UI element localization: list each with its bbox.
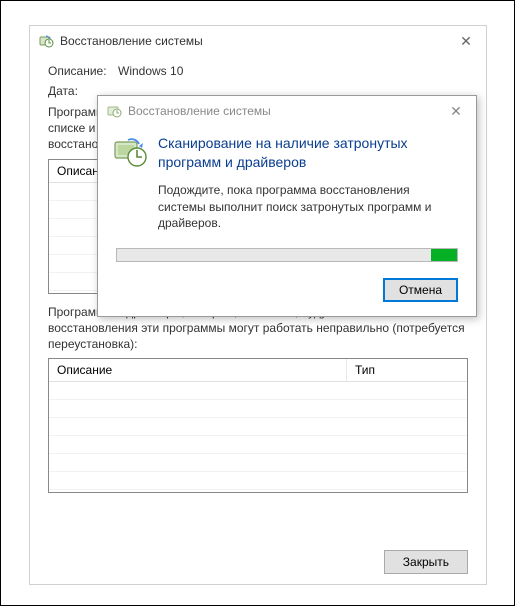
col-description-header[interactable]: Описание: [49, 359, 347, 381]
description-row: Описание: Windows 10: [48, 64, 468, 78]
scan-dialog-title: Восстановление системы: [128, 104, 444, 118]
main-window-title: Восстановление системы: [60, 34, 454, 48]
scan-dialog-buttons: Отмена: [112, 278, 458, 302]
col-type-header[interactable]: Тип: [347, 359, 467, 381]
scan-dialog-heading: Сканирование на наличие затронутых прогр…: [158, 134, 458, 172]
table-row: [49, 436, 467, 454]
outer-frame: Восстановление системы ✕ Описание: Windo…: [0, 0, 515, 606]
restored-programs-table: Описание Тип: [48, 358, 468, 493]
progress-bar: [116, 248, 458, 262]
table-row: [49, 400, 467, 418]
close-button[interactable]: Закрыть: [384, 550, 468, 574]
restore-icon: [38, 33, 54, 49]
table-row: [49, 382, 467, 400]
cancel-button[interactable]: Отмена: [383, 278, 458, 302]
table-row: [49, 472, 467, 490]
description-value: Windows 10: [118, 64, 468, 78]
restore-icon: [106, 103, 122, 119]
progress-fill: [431, 249, 457, 261]
restore-large-icon: [112, 134, 148, 182]
scan-dialog-body: Сканирование на наличие затронутых прогр…: [98, 126, 476, 316]
scan-dialog: Восстановление системы ✕ Сканирование на…: [97, 95, 477, 317]
scan-dialog-close-button[interactable]: ✕: [444, 103, 468, 120]
scan-dialog-titlebar: Восстановление системы ✕: [98, 96, 476, 126]
footer-buttons: Закрыть: [384, 550, 468, 574]
main-titlebar: Восстановление системы ✕: [30, 26, 486, 56]
table-row: [49, 418, 467, 436]
table-row: [49, 454, 467, 472]
main-close-button[interactable]: ✕: [454, 33, 478, 50]
table-body: [49, 382, 467, 492]
description-label: Описание:: [48, 64, 118, 78]
scan-dialog-text: Подождите, пока программа восстановления…: [158, 182, 458, 232]
table-header: Описание Тип: [49, 359, 467, 382]
